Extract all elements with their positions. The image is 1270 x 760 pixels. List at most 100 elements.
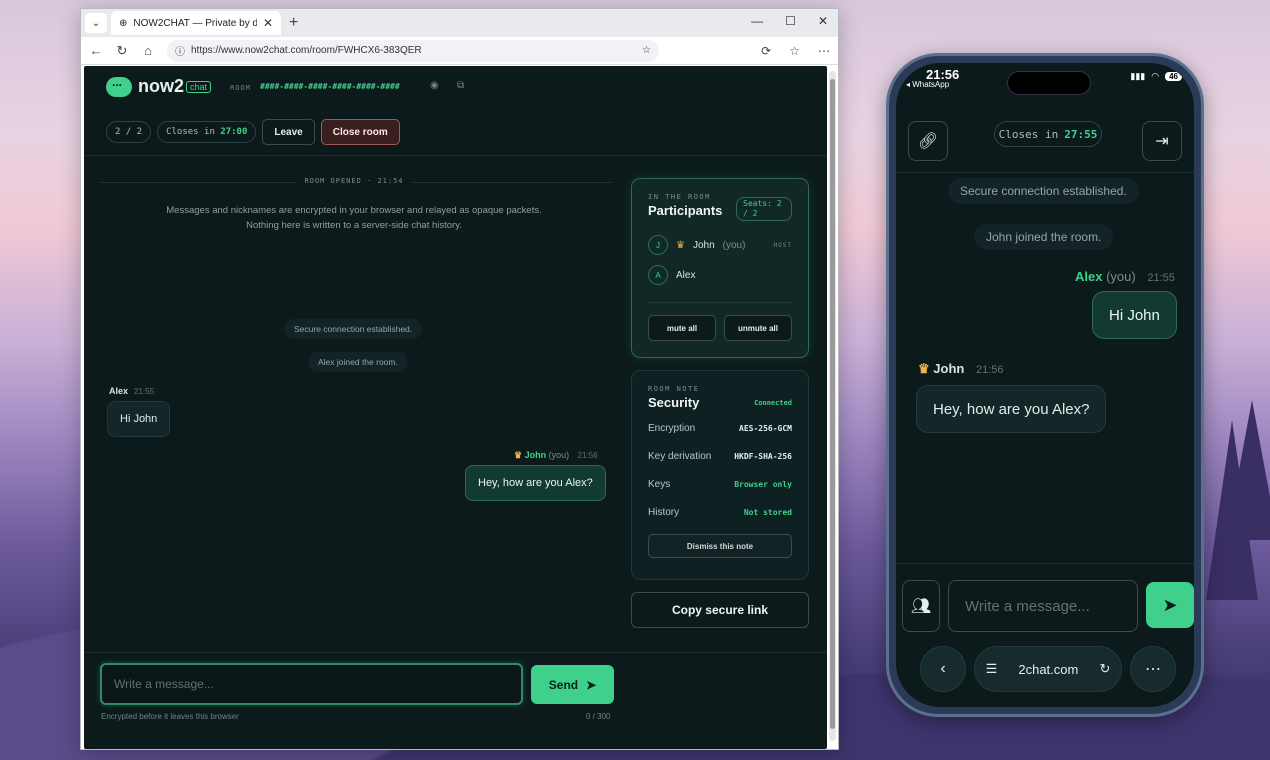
leave-button[interactable]: Leave xyxy=(262,119,315,145)
participant-row[interactable]: J ♛ John (you) HOST xyxy=(648,230,792,260)
back-to-app-link[interactable]: ◂ WhatsApp xyxy=(906,80,949,89)
participant-you: (you) xyxy=(722,239,746,251)
now2chat-app: now2 chat ROOM ####-####-####-####-####-… xyxy=(84,66,827,749)
chat-area: ROOM OPENED · 21:54 Messages and nicknam… xyxy=(84,157,624,652)
dynamic-island xyxy=(1007,71,1091,95)
send-icon[interactable]: ➤ xyxy=(1146,582,1194,628)
phone-header: 🔗︎ Closes in 27:55 ⇥ xyxy=(896,109,1194,173)
chat-bubble-icon xyxy=(106,75,132,97)
browser-window: ⌄ ⊕ NOW2CHAT — Private by design ✕ + — ☐… xyxy=(80,8,839,750)
send-icon: ➤ xyxy=(586,677,597,692)
avatar: J xyxy=(648,235,668,255)
crown-icon: ♛ xyxy=(918,361,930,376)
favorites-icon[interactable]: ☆ xyxy=(789,44,800,58)
crown-icon: ♛ xyxy=(676,239,685,251)
participants-icon[interactable]: 👥︎ xyxy=(902,580,940,632)
new-tab-icon[interactable]: + xyxy=(289,14,298,32)
eye-icon[interactable]: ◉ xyxy=(430,80,439,91)
link-icon[interactable]: 🔗︎ xyxy=(908,121,948,161)
mute-all-button[interactable]: mute all xyxy=(648,315,716,341)
message-bubble: Hey, how are you Alex? xyxy=(916,385,1107,433)
system-message-secure: Secure connection established. xyxy=(284,319,423,339)
message-bubble-own: Hey, how are you Alex? xyxy=(465,465,606,501)
participant-row[interactable]: A Alex xyxy=(648,260,792,290)
reader-icon[interactable]: ☰ xyxy=(986,661,998,677)
system-message-secure: Secure connection established. xyxy=(948,178,1139,204)
reload-icon[interactable]: ↻ xyxy=(1099,661,1110,677)
participant-name: Alex xyxy=(676,269,696,281)
security-row: Key derivation HKDF-SHA-256 xyxy=(648,450,792,462)
phone-frame: 21:56 ◂ WhatsApp ▮▮▮ ◠ 46 🔗︎ Closes in 27… xyxy=(886,53,1204,717)
wifi-icon: ◠ xyxy=(1151,71,1160,81)
background-tree xyxy=(1226,400,1270,540)
divider xyxy=(648,302,792,303)
encryption-note: Messages and nicknames are encrypted in … xyxy=(166,205,542,231)
url-text: 2chat.com xyxy=(1018,661,1079,677)
logo-badge: chat xyxy=(186,80,212,93)
unmute-all-button[interactable]: unmute all xyxy=(724,315,792,341)
phone-screen: 21:56 ◂ WhatsApp ▮▮▮ ◠ 46 🔗︎ Closes in 27… xyxy=(896,63,1194,707)
minimize-icon[interactable]: — xyxy=(751,14,763,28)
closes-label: Closes in xyxy=(166,127,215,137)
more-icon[interactable]: ⋯ xyxy=(1130,646,1176,692)
composer: Write a message... Send ➤ Encrypted befo… xyxy=(84,652,827,749)
logo[interactable]: now2 chat xyxy=(106,75,212,97)
occupancy-pill: 2 / 2 xyxy=(106,121,152,143)
back-icon[interactable]: ← xyxy=(89,43,103,58)
url-pill[interactable]: ☰ 2chat.com ↻ xyxy=(974,646,1122,692)
tab-bar: ⌄ ⊕ NOW2CHAT — Private by design ✕ + — ☐… xyxy=(81,9,838,37)
send-button[interactable]: Send ➤ xyxy=(531,665,614,704)
room-opened-label: ROOM OPENED · 21:54 xyxy=(84,177,624,185)
close-window-icon[interactable]: ✕ xyxy=(818,14,828,28)
dismiss-note-button[interactable]: Dismiss this note xyxy=(648,534,792,558)
closes-timer-pill: Closes in 27:55 xyxy=(994,121,1102,147)
message-input[interactable]: Write a message... xyxy=(100,663,523,705)
security-card: ROOM NOTE Security Connected Encryption A… xyxy=(631,370,809,580)
security-row: Encryption AES-256-GCM xyxy=(648,422,792,434)
security-overline: ROOM NOTE xyxy=(648,385,700,393)
system-message-joined: Alex joined the room. xyxy=(308,352,408,372)
maximize-icon[interactable]: ☐ xyxy=(785,14,796,28)
avatar: A xyxy=(648,265,668,285)
status-bar: 21:56 ◂ WhatsApp ▮▮▮ ◠ 46 xyxy=(896,63,1194,103)
leave-icon[interactable]: ⇥ xyxy=(1142,121,1182,161)
extensions-icon[interactable]: ⟳ xyxy=(761,44,771,58)
url-field[interactable]: ⓘ https://www.now2chat.com/room/FWHCX6-3… xyxy=(167,39,659,62)
room-label: ROOM xyxy=(230,84,251,92)
back-icon[interactable]: ‹ xyxy=(920,646,966,692)
sidebar: IN THE ROOM Participants Seats: 2 / 2 J … xyxy=(631,178,809,628)
signal-icon: ▮▮▮ xyxy=(1130,71,1146,81)
home-icon[interactable]: ⌂ xyxy=(141,43,155,58)
copy-secure-link-button[interactable]: Copy secure link xyxy=(631,592,809,628)
char-count: 0 / 300 xyxy=(586,712,611,721)
connection-status: Connected xyxy=(754,399,792,407)
crown-icon: ♛ xyxy=(514,450,523,460)
close-room-button[interactable]: Close room xyxy=(320,119,400,145)
battery-icon: 46 xyxy=(1165,72,1182,81)
close-tab-icon[interactable]: ✕ xyxy=(263,16,273,30)
tab-title: NOW2CHAT — Private by design xyxy=(133,17,257,29)
message-input[interactable]: Write a message... xyxy=(948,580,1138,632)
message-meta: Alex 21:55 xyxy=(109,386,155,396)
scrollbar[interactable] xyxy=(829,71,836,741)
closes-timer-pill: Closes in 27:00 xyxy=(157,121,257,143)
reload-icon[interactable]: ↻ xyxy=(115,43,129,59)
security-row: History Not stored xyxy=(648,506,792,518)
security-row: Keys Browser only xyxy=(648,478,792,490)
participants-card: IN THE ROOM Participants Seats: 2 / 2 J … xyxy=(631,178,809,358)
copy-icon[interactable]: ⧉ xyxy=(457,80,464,91)
favorite-star-icon[interactable]: ☆ xyxy=(642,45,651,56)
message-bubble-own: Hi John xyxy=(1092,291,1177,339)
message-bubble: Hi John xyxy=(107,401,171,437)
menu-more-icon[interactable]: ⋯ xyxy=(818,44,830,58)
site-info-icon[interactable]: ⓘ xyxy=(175,43,185,58)
tab-list-dropdown-icon[interactable]: ⌄ xyxy=(85,13,107,33)
message-meta: ♛ John 21:56 xyxy=(918,361,1004,376)
seats-badge: Seats: 2 / 2 xyxy=(736,197,792,221)
host-badge: HOST xyxy=(773,241,792,249)
system-message-joined: John joined the room. xyxy=(974,224,1114,250)
url-text: https://www.now2chat.com/room/FWHCX6-383… xyxy=(191,45,422,56)
room-code: ####-####-####-####-####-#### xyxy=(260,82,400,91)
message-meta: Alex (you) 21:55 xyxy=(1075,269,1175,284)
browser-tab[interactable]: ⊕ NOW2CHAT — Private by design ✕ xyxy=(111,11,281,35)
